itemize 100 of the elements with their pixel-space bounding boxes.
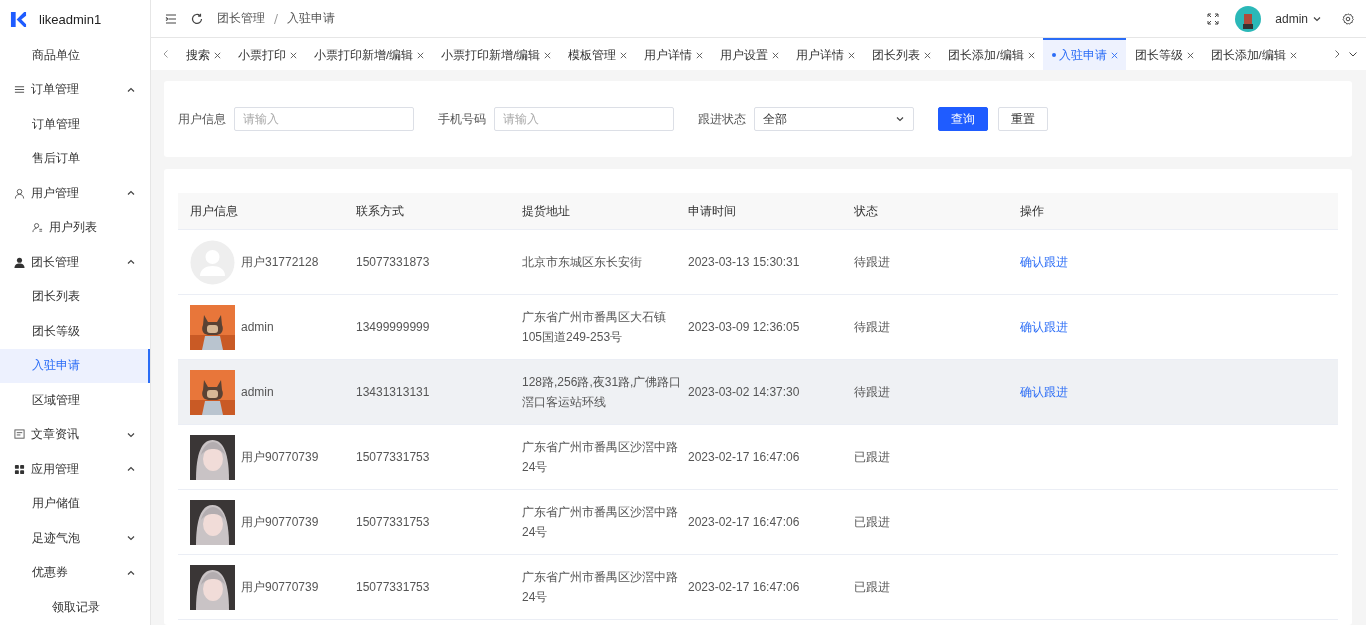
close-icon[interactable] bbox=[923, 50, 933, 60]
table-cell-text: 2023-03-09 12:36:05 bbox=[688, 320, 801, 334]
chevron-down-icon bbox=[895, 114, 905, 124]
close-icon[interactable] bbox=[695, 50, 705, 60]
column-header: 用户信息 bbox=[190, 202, 239, 220]
close-icon[interactable] bbox=[543, 50, 553, 60]
close-icon[interactable] bbox=[1185, 50, 1195, 60]
user-list-icon bbox=[32, 222, 43, 234]
close-icon[interactable] bbox=[847, 50, 857, 60]
menu-group-label: 团长管理 bbox=[31, 253, 80, 271]
column-header: 申请时间 bbox=[688, 202, 737, 220]
menu-item[interactable]: 订单管理 bbox=[0, 107, 150, 142]
tab[interactable]: 搜索 bbox=[177, 38, 229, 70]
tab[interactable]: 入驻申请 bbox=[1042, 38, 1126, 70]
table-cell-text: 已跟进 bbox=[854, 513, 891, 531]
table-cell-text: 广东省广州市番禺区沙滘中路24号 bbox=[522, 439, 679, 476]
tab[interactable]: 小票打印 bbox=[229, 38, 305, 70]
logo-icon bbox=[10, 10, 27, 28]
menu-icon[interactable] bbox=[165, 12, 177, 25]
menu-item[interactable]: 用户列表 bbox=[0, 210, 150, 245]
settings-icon[interactable] bbox=[1342, 12, 1354, 25]
menu-item[interactable]: 团长列表 bbox=[0, 279, 150, 314]
column-header: 状态 bbox=[854, 202, 879, 220]
scroll-right-icon[interactable] bbox=[1332, 49, 1342, 59]
table-cell-text: 待跟进 bbox=[854, 253, 891, 271]
menu-group[interactable]: 用户管理 bbox=[0, 176, 150, 211]
close-icon[interactable] bbox=[619, 50, 629, 60]
breadcrumb-item[interactable]: 团长管理 bbox=[217, 10, 265, 27]
fullscreen-icon[interactable] bbox=[1207, 12, 1220, 25]
refresh-icon[interactable] bbox=[191, 12, 203, 25]
table-cell: 用户90770739 bbox=[241, 578, 319, 596]
table-cell-text: 15077331753 bbox=[356, 580, 431, 594]
menu-group-label: 文章资讯 bbox=[31, 426, 80, 444]
column-header: 联系方式 bbox=[356, 202, 405, 220]
tab[interactable]: 团长添加/编辑 bbox=[1201, 38, 1305, 70]
table-cell-text: 已跟进 bbox=[854, 448, 891, 466]
menu-group-label: 足迹气泡 bbox=[32, 529, 81, 547]
table-row[interactable]: 用户31772128 15077331873 北京市东城区东长安街 2023-03-13 15:30:31 待跟进 确认跟进 bbox=[178, 230, 1338, 295]
close-icon[interactable] bbox=[416, 50, 426, 60]
table-cell-text: 广东省广州市番禺区大石镇105国道249-253号 bbox=[522, 309, 667, 346]
breadcrumb-separator-icon bbox=[273, 12, 279, 25]
menu-group-label: 用户管理 bbox=[31, 184, 80, 202]
close-icon[interactable] bbox=[771, 50, 781, 60]
menu-item[interactable]: 入驻申请 bbox=[0, 348, 150, 383]
confirm-link[interactable]: 确认跟进 bbox=[1020, 384, 1068, 399]
table-cell-text: 2023-02-17 16:47:06 bbox=[688, 580, 801, 594]
user-name[interactable]: admin bbox=[1275, 11, 1308, 26]
tab[interactable]: 小票打印新增/编辑 bbox=[432, 38, 560, 70]
menu-group[interactable]: 团长管理 bbox=[0, 245, 150, 280]
menu-item[interactable]: 售后订单 bbox=[0, 141, 150, 176]
menu-item[interactable]: 团长等级 bbox=[0, 314, 150, 349]
tab[interactable]: 小票打印新增/编辑 bbox=[305, 38, 433, 70]
menu-item[interactable]: 商品单位 bbox=[0, 38, 150, 73]
select-field[interactable]: 全部 bbox=[754, 107, 914, 131]
table-cell-text: 15077331873 bbox=[356, 255, 431, 269]
app-name: likeadmin1 bbox=[39, 11, 102, 27]
table-cell-text: 待跟进 bbox=[854, 383, 891, 401]
breadcrumb-item: 入驻申请 bbox=[287, 10, 335, 27]
table-cell: 用户31772128 bbox=[241, 253, 319, 271]
menu-group[interactable]: 订单管理 bbox=[0, 72, 150, 107]
column-header: 操作 bbox=[1020, 202, 1045, 220]
text-field[interactable]: 请输入 bbox=[234, 107, 414, 131]
text-field[interactable]: 请输入 bbox=[494, 107, 674, 131]
menu-group[interactable]: 足迹气泡 bbox=[0, 521, 150, 556]
tab[interactable]: 团长列表 bbox=[863, 38, 940, 70]
tab[interactable]: 用户详情 bbox=[787, 38, 864, 70]
menu-group[interactable]: 应用管理 bbox=[0, 452, 150, 487]
tab[interactable]: 团长添加/编辑 bbox=[939, 38, 1043, 70]
menu-group-label: 应用管理 bbox=[31, 460, 80, 478]
menu-item[interactable]: 区域管理 bbox=[0, 383, 150, 418]
table-cell-text: 15077331753 bbox=[356, 515, 431, 529]
table-cell-text: 15077331753 bbox=[356, 450, 431, 464]
confirm-link[interactable]: 确认跟进 bbox=[1020, 254, 1068, 269]
table-cell-text: 待跟进 bbox=[854, 318, 891, 336]
tab[interactable]: 模板管理 bbox=[559, 38, 636, 70]
close-icon[interactable] bbox=[1026, 50, 1036, 60]
reset-button[interactable]: 重置 bbox=[998, 107, 1048, 131]
menu-item[interactable]: 领取记录 bbox=[0, 590, 150, 625]
close-icon[interactable] bbox=[289, 50, 298, 60]
table-cell-text: 128路,256路,夜31路,广佛路口滘口客运站环线 bbox=[522, 374, 683, 411]
list-icon bbox=[14, 84, 25, 96]
menu-item[interactable]: 用户储值 bbox=[0, 486, 150, 521]
menu-group[interactable]: 文章资讯 bbox=[0, 417, 150, 452]
close-icon[interactable] bbox=[213, 50, 222, 60]
confirm-link[interactable]: 确认跟进 bbox=[1020, 319, 1068, 334]
tabs-menu-icon[interactable] bbox=[1348, 49, 1358, 59]
close-icon[interactable] bbox=[1288, 50, 1298, 60]
tab[interactable]: 用户设置 bbox=[711, 38, 788, 70]
active-dot-icon bbox=[1051, 53, 1056, 57]
tab[interactable]: 用户详情 bbox=[635, 38, 712, 70]
column-header: 提货地址 bbox=[522, 202, 571, 220]
menu-group-label: 订单管理 bbox=[31, 81, 80, 99]
table-cell-text: 广东省广州市番禺区沙滘中路24号 bbox=[522, 569, 679, 606]
user-icon bbox=[14, 256, 25, 268]
grid-icon bbox=[14, 463, 25, 475]
scroll-left-icon[interactable] bbox=[161, 49, 171, 59]
menu-group[interactable]: 优惠券 bbox=[0, 555, 150, 590]
close-icon[interactable] bbox=[1109, 50, 1119, 60]
query-button[interactable]: 查询 bbox=[938, 107, 988, 131]
tab[interactable]: 团长等级 bbox=[1125, 38, 1202, 70]
